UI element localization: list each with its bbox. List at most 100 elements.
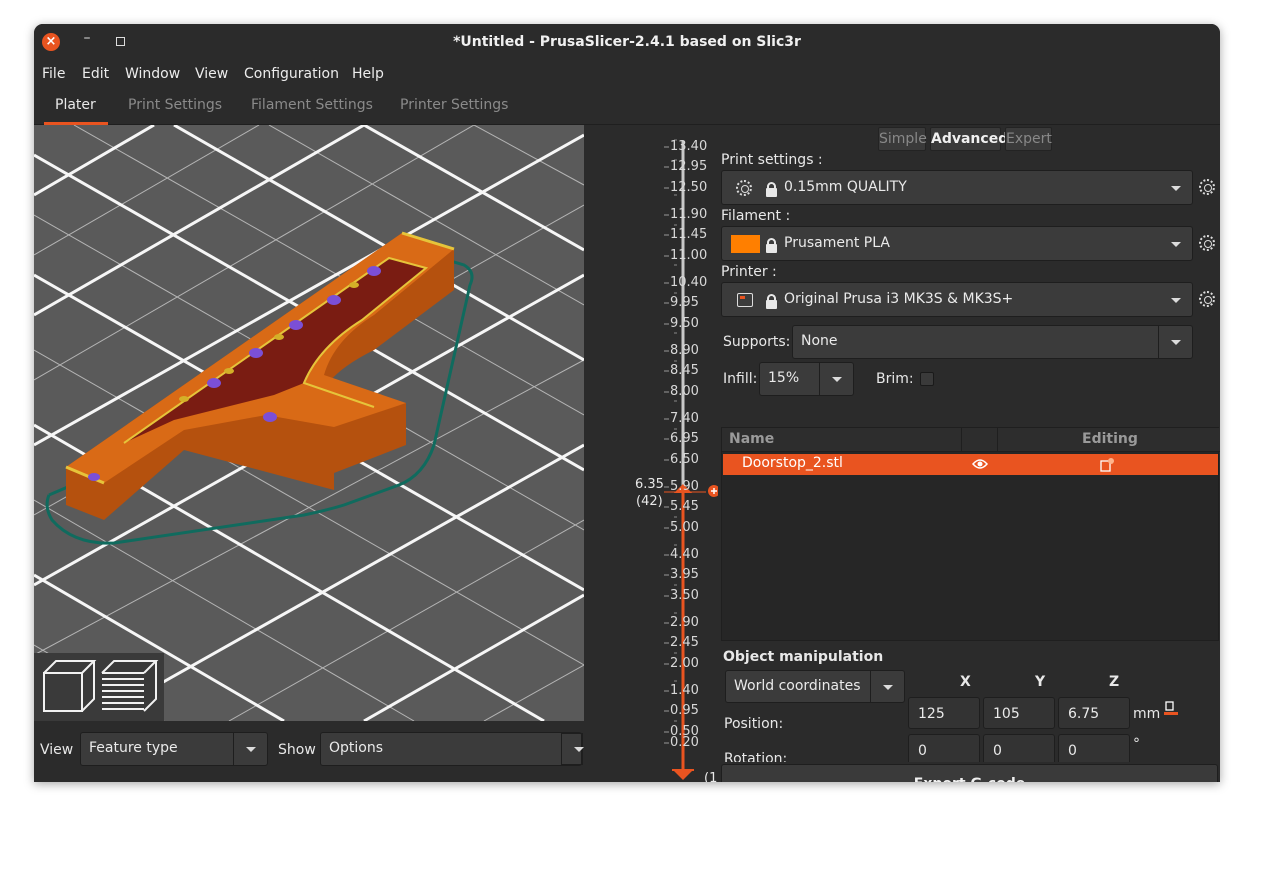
layer-height-tick-label: 1.40 (670, 683, 699, 698)
chevron-down-icon (819, 363, 853, 395)
layer-height-tick-label: 11.00 (670, 248, 708, 263)
rotation-y-input[interactable]: 0 (983, 734, 1055, 762)
coordinates-select[interactable]: World coordinates (725, 670, 905, 703)
edit-object-icon[interactable] (1099, 457, 1115, 473)
layer-height-tick-label: 11.45 (670, 227, 708, 242)
lower-thumb[interactable] (674, 771, 692, 780)
infill-select[interactable]: 15% (759, 362, 854, 396)
current-layer-label: (42) (636, 494, 663, 509)
chevron-down-icon (561, 733, 584, 765)
layer-height-tick-label: 12.95 (670, 159, 708, 174)
axis-y-label: Y (1035, 674, 1046, 690)
show-label: Show (278, 742, 316, 758)
menu-help[interactable]: Help (352, 66, 384, 82)
sidebar: Simple Advanced Expert Print settings : … (718, 125, 1220, 782)
layer-height-tick-label: 9.95 (670, 295, 699, 310)
filament-edit-gear-icon[interactable] (1199, 235, 1215, 251)
chevron-down-icon (1171, 298, 1181, 303)
menu-view[interactable]: View (195, 66, 228, 82)
supports-select[interactable]: None (792, 325, 1193, 359)
layer-height-tick-label: 3.95 (670, 567, 699, 582)
position-z-input[interactable]: 6.75 (1058, 697, 1130, 729)
mode-advanced-button[interactable]: Advanced (930, 127, 1008, 151)
lock-icon (766, 294, 777, 309)
tab-bar: Plater Print Settings Filament Settings … (34, 88, 1220, 125)
position-x-input[interactable]: 125 (908, 697, 980, 729)
filament-color-swatch[interactable] (731, 235, 760, 253)
layer-height-tick-label: 6.95 (670, 431, 699, 446)
table-row[interactable]: Doorstop_2.stl (723, 454, 1218, 475)
view-mode-icons (34, 653, 164, 721)
print-settings-value: 0.15mm QUALITY (784, 179, 907, 195)
axis-x-label: X (960, 674, 971, 690)
chevron-down-icon (1171, 242, 1181, 247)
chevron-down-icon (233, 733, 267, 765)
3d-view-icon[interactable] (43, 660, 97, 712)
menu-configuration[interactable]: Configuration (244, 66, 339, 82)
layer-height-tick-label: 11.90 (670, 207, 708, 222)
layer-slider-panel: 6.35 (42) 13.40 12.95 12.50 11.90 11.45 11.00… (584, 125, 722, 782)
layer-height-tick-label: 6.50 (670, 452, 699, 467)
coordinates-value: World coordinates (734, 678, 861, 694)
mode-simple-button[interactable]: Simple (878, 127, 927, 151)
view-type-value: Feature type (89, 740, 178, 756)
print-settings-preset-select[interactable]: 0.15mm QUALITY (721, 170, 1193, 205)
system-preset-icon (736, 180, 752, 196)
layer-height-tick-label: 5.45 (670, 499, 699, 514)
preview-bottom-bar: View Feature type Show Options (34, 721, 584, 782)
print-settings-label: Print settings : (721, 152, 823, 168)
window-title: *Untitled - PrusaSlicer-2.4.1 based on S… (453, 34, 801, 50)
view-label: View (40, 742, 74, 758)
brim-checkbox[interactable] (920, 372, 934, 386)
sliced-preview-icon[interactable] (101, 660, 159, 712)
print-settings-edit-gear-icon[interactable] (1199, 179, 1215, 195)
supports-value: None (801, 333, 838, 349)
infill-label: Infill: (723, 371, 758, 387)
tab-print-settings[interactable]: Print Settings (128, 97, 222, 113)
rotation-label: Rotation: (724, 751, 788, 762)
title-bar: × – *Untitled - PrusaSlicer-2.4.1 based … (34, 24, 1220, 60)
rotation-unit-label: ° (1133, 736, 1140, 752)
rotation-z-input[interactable]: 0 (1058, 734, 1130, 762)
app-window: × – *Untitled - PrusaSlicer-2.4.1 based … (34, 24, 1220, 782)
layer-height-tick-label: 2.45 (670, 635, 699, 650)
layer-height-tick-label: 12.50 (670, 180, 708, 195)
drop-to-bed-icon[interactable] (1163, 700, 1179, 716)
chevron-down-icon (870, 671, 904, 702)
tab-printer-settings[interactable]: Printer Settings (400, 97, 508, 113)
layer-height-tick-label: 8.90 (670, 343, 699, 358)
position-unit-label: mm (1133, 706, 1161, 722)
show-options-value: Options (329, 740, 384, 756)
layer-height-tick-label: 7.40 (670, 411, 699, 426)
current-height-label: 6.35 (635, 477, 664, 492)
menu-window[interactable]: Window (125, 66, 180, 82)
printer-value: Original Prusa i3 MK3S & MK3S+ (784, 291, 1014, 307)
position-y-input[interactable]: 105 (983, 697, 1055, 729)
print-bed-preview (34, 125, 584, 721)
3d-preview-canvas[interactable] (34, 125, 584, 721)
tab-filament-settings[interactable]: Filament Settings (251, 97, 373, 113)
filament-preset-select[interactable]: Prusament PLA (721, 226, 1193, 261)
column-header-name[interactable]: Name (729, 431, 774, 447)
layer-height-tick-label: 5.90 (670, 479, 699, 494)
printer-edit-gear-icon[interactable] (1199, 291, 1215, 307)
object-name: Doorstop_2.stl (742, 455, 843, 471)
printer-icon (737, 293, 753, 307)
tab-plater[interactable]: Plater (55, 97, 96, 113)
layer-height-tick-label: 0.20 (670, 735, 699, 750)
view-type-select[interactable]: Feature type (80, 732, 268, 766)
object-list: Name Editing Doorstop_2.stl (721, 427, 1220, 641)
column-header-editing[interactable]: Editing (1082, 431, 1138, 447)
brim-label: Brim: (876, 371, 914, 387)
show-options-select[interactable]: Options (320, 732, 584, 766)
supports-label: Supports: (723, 334, 791, 350)
eye-icon[interactable] (972, 458, 988, 470)
menu-edit[interactable]: Edit (82, 66, 109, 82)
mode-expert-button[interactable]: Expert (1005, 127, 1052, 151)
export-gcode-button[interactable]: Export G-code (721, 764, 1218, 782)
menu-file[interactable]: File (42, 66, 65, 82)
printer-preset-select[interactable]: Original Prusa i3 MK3S & MK3S+ (721, 282, 1193, 317)
layer-height-tick-label: 2.00 (670, 656, 699, 671)
rotation-x-input[interactable]: 0 (908, 734, 980, 762)
lock-icon (766, 238, 777, 253)
